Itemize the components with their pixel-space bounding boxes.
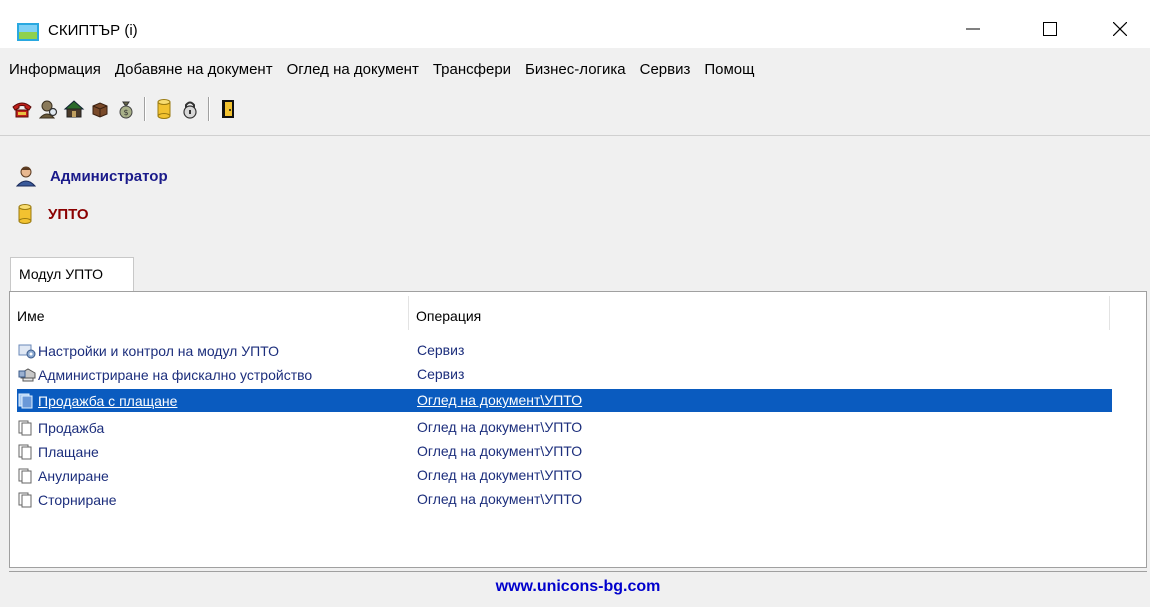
document-icon [17, 420, 37, 436]
item-operation: Оглед на документ\УПТО [417, 392, 583, 408]
item-operation: Оглед на документ\УПТО [417, 419, 583, 435]
database-info: УПТО [16, 203, 89, 225]
minimize-icon [966, 28, 980, 30]
toolbar-separator [208, 97, 210, 121]
printer-icon [17, 367, 37, 383]
menu-view-document[interactable]: Оглед на документ [280, 56, 426, 84]
toolbar-user-search-button[interactable] [35, 96, 61, 122]
list-item[interactable]: Плащане Оглед на документ\УПТО [17, 440, 1112, 463]
toolbar-house-button[interactable] [61, 96, 87, 122]
menu-business-logic[interactable]: Бизнес-логика [518, 56, 633, 84]
database-icon [18, 204, 32, 224]
list-item[interactable]: Настройки и контрол на модул УПТО Сервиз [17, 339, 1112, 362]
menu-info[interactable]: Информация [0, 56, 108, 84]
item-name: Настройки и контрол на модул УПТО [38, 342, 279, 359]
column-divider[interactable] [1109, 296, 1110, 330]
package-icon [92, 102, 108, 118]
document-icon [17, 468, 37, 484]
item-name: Плащане [38, 443, 99, 460]
list-item[interactable]: Сторниране Оглед на документ\УПТО [17, 488, 1112, 511]
toolbar-separator [144, 97, 146, 121]
list-item[interactable]: Анулиране Оглед на документ\УПТО [17, 464, 1112, 487]
tab-module-upto[interactable]: Модул УПТО [10, 257, 134, 291]
close-button[interactable] [1097, 10, 1143, 48]
item-operation: Оглед на документ\УПТО [417, 443, 583, 459]
money-bag-icon: $ [119, 101, 133, 119]
main-window: СКИПТЪР (i) Информация Добавяне на докум… [0, 0, 1150, 606]
document-icon [17, 492, 37, 508]
menu-service[interactable]: Сервиз [633, 56, 698, 84]
toolbar-exit-button[interactable] [215, 96, 241, 122]
user-icon [16, 166, 36, 187]
user-name: Администратор [50, 167, 168, 185]
item-operation: Сервиз [417, 342, 465, 358]
document-filled-icon [17, 393, 37, 409]
exit-door-icon [222, 100, 234, 118]
item-operation: Оглед на документ\УПТО [417, 491, 583, 507]
item-name: Продажба с плащане [38, 392, 178, 409]
item-operation: Оглед на документ\УПТО [417, 467, 583, 483]
document-icon [17, 444, 37, 460]
column-header-operation[interactable]: Операция [409, 292, 1109, 332]
menu-transfers[interactable]: Трансфери [426, 56, 518, 84]
item-name: Анулиране [38, 467, 109, 484]
phone-icon [12, 102, 32, 118]
house-icon [63, 100, 85, 118]
maximize-button[interactable] [1027, 10, 1073, 48]
toolbar-money-button[interactable]: $ [113, 96, 139, 122]
status-bar: www.unicons-bg.com [9, 571, 1147, 607]
close-icon [1113, 22, 1127, 36]
item-name: Администриране на фискално устройство [38, 366, 313, 383]
item-name: Продажба [38, 419, 105, 436]
toolbar-database-button[interactable] [151, 96, 177, 122]
list-item[interactable]: Продажба Оглед на документ\УПТО [17, 416, 1112, 439]
window-title: СКИПТЪР (i) [48, 22, 138, 39]
menu-bar: Информация Добавяне на документ Оглед на… [0, 56, 1150, 84]
menu-help[interactable]: Помощ [697, 56, 761, 84]
website-link[interactable]: www.unicons-bg.com [9, 578, 1147, 596]
list-item-selected[interactable]: Продажба с плащане Оглед на документ\УПТ… [17, 389, 1112, 412]
toolbar: $ [9, 91, 241, 127]
separator [0, 135, 1150, 136]
toolbar-lock-button[interactable] [177, 96, 203, 122]
item-operation: Сервиз [417, 366, 465, 382]
svg-text:$: $ [123, 108, 128, 117]
user-search-icon [38, 100, 58, 119]
minimize-button[interactable] [950, 10, 996, 48]
user-info: Администратор [16, 165, 168, 187]
list-item[interactable]: Администриране на фискално устройство Се… [17, 363, 1112, 386]
item-name: Сторниране [38, 491, 117, 508]
title-bar[interactable]: СКИПТЪР (i) [0, 0, 1150, 48]
toolbar-phone-button[interactable] [9, 96, 35, 122]
app-icon [17, 23, 39, 41]
menu-add-document[interactable]: Добавяне на документ [108, 56, 280, 84]
operations-list: Име Операция Настройки и контрол на моду… [9, 291, 1147, 568]
lock-icon [183, 101, 197, 119]
database-name: УПТО [48, 205, 89, 223]
maximize-icon [1043, 22, 1057, 36]
settings-icon [17, 343, 37, 359]
database-icon [157, 99, 171, 119]
toolbar-package-button[interactable] [87, 96, 113, 122]
column-header-name[interactable]: Име [10, 292, 408, 332]
